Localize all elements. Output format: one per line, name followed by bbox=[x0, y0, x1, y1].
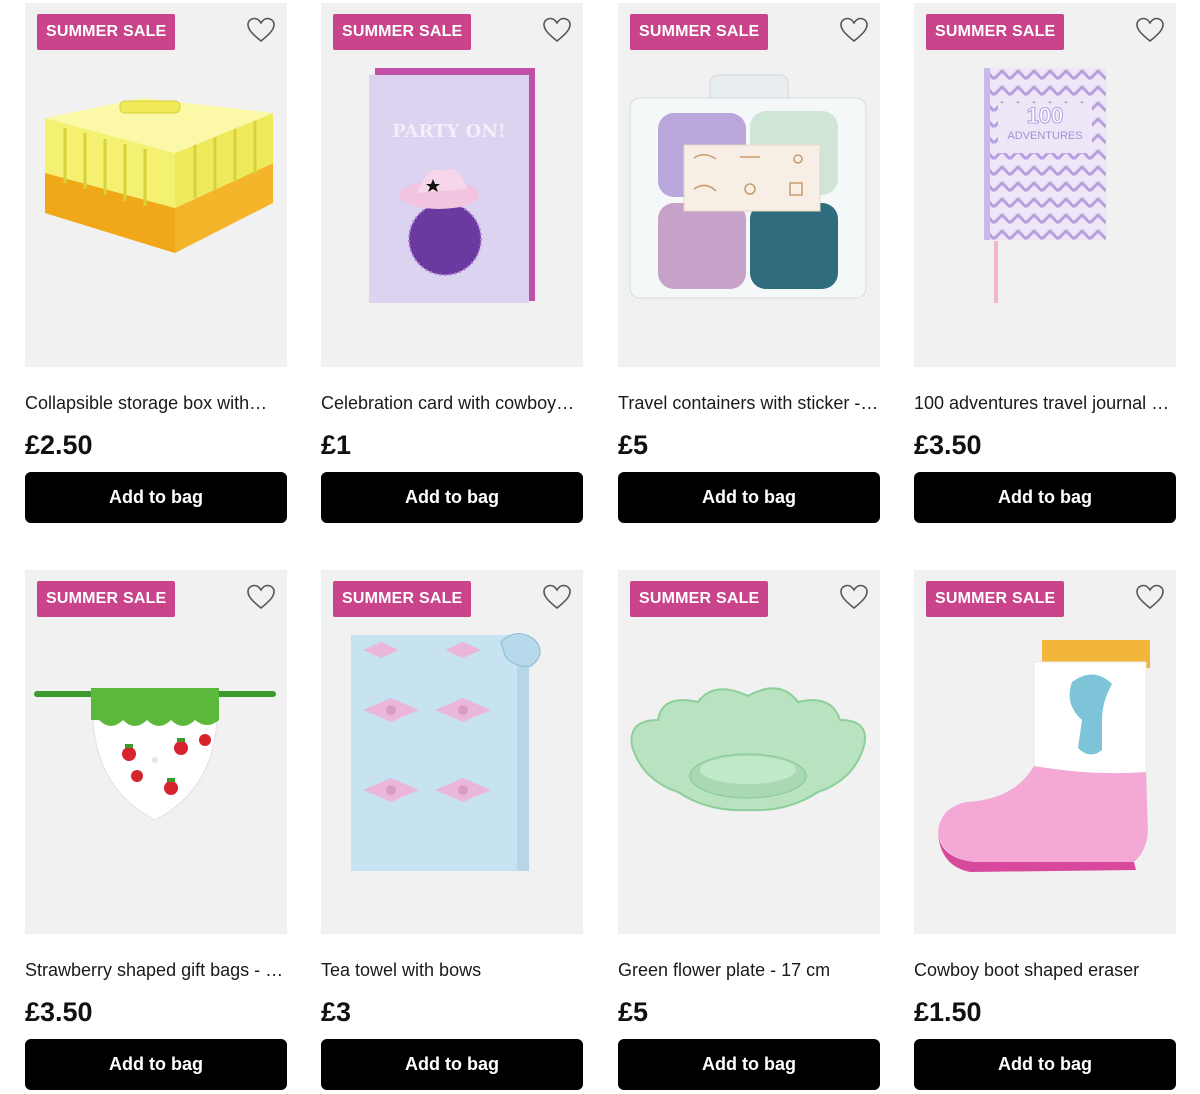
add-to-bag-button[interactable]: Add to bag bbox=[321, 472, 583, 523]
travel-journal-image bbox=[984, 68, 1106, 303]
add-to-bag-button[interactable]: Add to bag bbox=[321, 1039, 583, 1090]
product-image[interactable]: SUMMER SALE bbox=[25, 570, 287, 934]
product-card[interactable]: 100 ADVENTURES SUMMER SALE 100 adventure… bbox=[914, 3, 1176, 523]
sale-badge: SUMMER SALE bbox=[630, 581, 769, 617]
add-to-bag-button[interactable]: Add to bag bbox=[914, 472, 1176, 523]
sale-badge: SUMMER SALE bbox=[630, 14, 769, 50]
card-text: PARTY ON! bbox=[392, 121, 506, 142]
sale-badge: SUMMER SALE bbox=[926, 14, 1065, 50]
product-card[interactable]: SUMMER SALE Strawberry shaped gift bags … bbox=[25, 570, 287, 1090]
boot-eraser-image bbox=[938, 640, 1150, 872]
product-card[interactable]: PARTY ON! SUMMER SALE Celebration card w… bbox=[321, 3, 583, 523]
add-to-bag-button[interactable]: Add to bag bbox=[914, 1039, 1176, 1090]
product-price: £1 bbox=[321, 430, 352, 460]
product-name[interactable]: Strawberry shaped gift bags - … bbox=[25, 960, 287, 981]
heart-outline-icon[interactable] bbox=[247, 584, 275, 610]
product-image[interactable]: SUMMER SALE bbox=[25, 3, 287, 367]
travel-containers-image bbox=[629, 74, 867, 299]
sale-badge: SUMMER SALE bbox=[37, 581, 176, 617]
product-name[interactable]: Cowboy boot shaped eraser bbox=[914, 960, 1176, 981]
storage-box-image bbox=[45, 98, 273, 253]
product-name[interactable]: Tea towel with bows bbox=[321, 960, 583, 981]
sale-badge: SUMMER SALE bbox=[37, 14, 176, 50]
sale-badge: SUMMER SALE bbox=[926, 581, 1065, 617]
product-name[interactable]: Travel containers with sticker - … bbox=[618, 393, 880, 414]
add-to-bag-button[interactable]: Add to bag bbox=[25, 472, 287, 523]
product-card[interactable]: SUMMER SALE Collapsible storage box with… bbox=[25, 3, 287, 523]
product-name[interactable]: Green flower plate - 17 cm bbox=[618, 960, 880, 981]
product-image[interactable]: SUMMER SALE bbox=[618, 570, 880, 934]
product-price: £5 bbox=[618, 430, 649, 460]
sale-badge: SUMMER SALE bbox=[333, 581, 472, 617]
product-price: £1.50 bbox=[914, 997, 982, 1027]
product-price: £5 bbox=[618, 997, 649, 1027]
add-to-bag-button[interactable]: Add to bag bbox=[618, 472, 880, 523]
strawberry-gift-bag-image bbox=[34, 688, 276, 821]
product-grid: SUMMER SALE Collapsible storage box with… bbox=[0, 0, 1200, 1094]
product-image[interactable]: SUMMER SALE bbox=[321, 570, 583, 934]
product-price: £3 bbox=[321, 997, 352, 1027]
add-to-bag-button[interactable]: Add to bag bbox=[618, 1039, 880, 1090]
product-image[interactable]: PARTY ON! SUMMER SALE bbox=[321, 3, 583, 367]
product-price: £3.50 bbox=[25, 997, 93, 1027]
journal-cover-text: ADVENTURES bbox=[1007, 130, 1083, 142]
journal-cover-number: 100 bbox=[1026, 103, 1064, 129]
product-name[interactable]: Celebration card with cowboy… bbox=[321, 393, 583, 414]
product-price: £2.50 bbox=[25, 430, 93, 460]
heart-outline-icon[interactable] bbox=[1136, 584, 1164, 610]
flower-plate-image bbox=[630, 687, 866, 812]
product-name[interactable]: Collapsible storage box with… bbox=[25, 393, 287, 414]
heart-outline-icon[interactable] bbox=[543, 584, 571, 610]
product-image[interactable]: SUMMER SALE bbox=[914, 570, 1176, 934]
product-price: £3.50 bbox=[914, 430, 982, 460]
heart-outline-icon[interactable] bbox=[1136, 17, 1164, 43]
product-card[interactable]: SUMMER SALE Travel containers with stick… bbox=[618, 3, 880, 523]
product-name[interactable]: 100 adventures travel journal … bbox=[914, 393, 1176, 414]
sale-badge: SUMMER SALE bbox=[333, 14, 472, 50]
heart-outline-icon[interactable] bbox=[247, 17, 275, 43]
product-image[interactable]: SUMMER SALE bbox=[618, 3, 880, 367]
heart-outline-icon[interactable] bbox=[840, 17, 868, 43]
heart-outline-icon[interactable] bbox=[543, 17, 571, 43]
product-card[interactable]: SUMMER SALE Tea towel with bows £3 Add t… bbox=[321, 570, 583, 1090]
add-to-bag-button[interactable]: Add to bag bbox=[25, 1039, 287, 1090]
product-card[interactable]: SUMMER SALE Green flower plate - 17 cm £… bbox=[618, 570, 880, 1090]
product-image[interactable]: 100 ADVENTURES SUMMER SALE bbox=[914, 3, 1176, 367]
greeting-card-image bbox=[369, 68, 535, 303]
product-card[interactable]: SUMMER SALE Cowboy boot shaped eraser £1… bbox=[914, 570, 1176, 1090]
tea-towel-image bbox=[351, 633, 541, 871]
heart-outline-icon[interactable] bbox=[840, 584, 868, 610]
